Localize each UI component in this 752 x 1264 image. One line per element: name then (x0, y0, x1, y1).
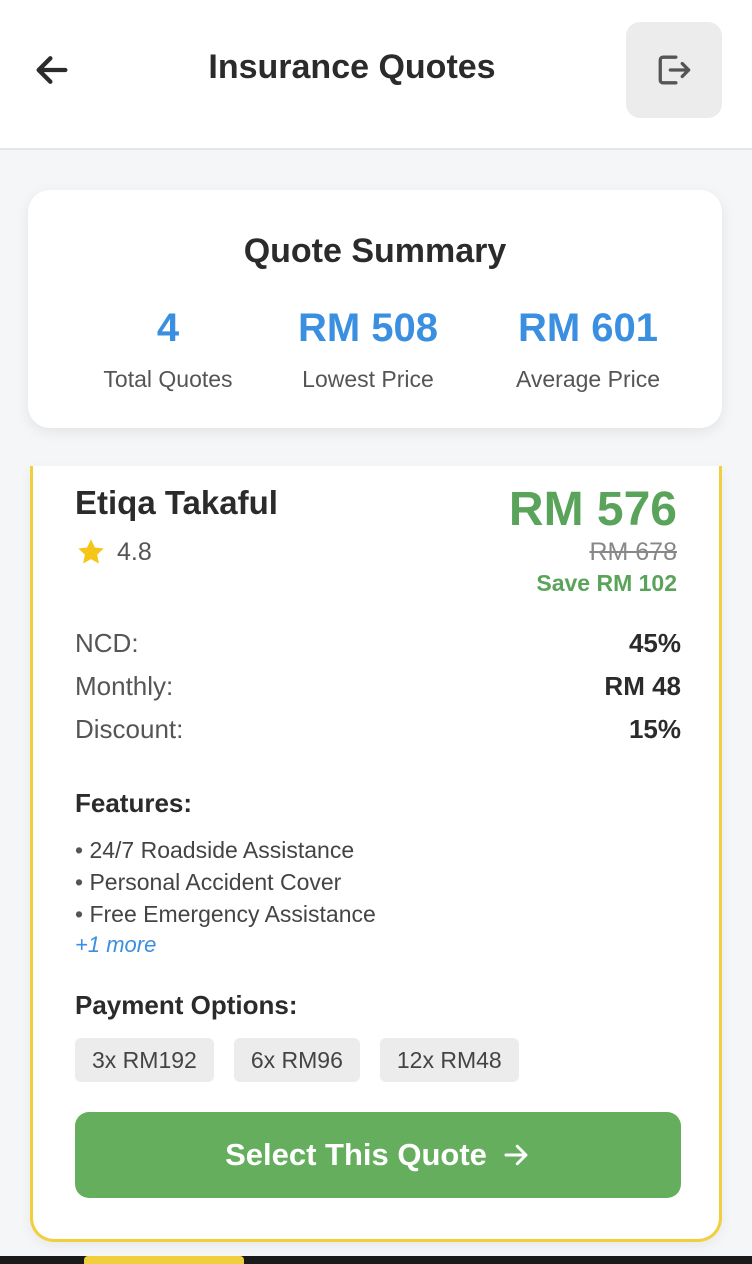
payment-options: 3x RM192 6x RM96 12x RM48 (75, 1038, 519, 1082)
stat-value: RM 601 (517, 306, 659, 350)
feature-item: Free Emergency Assistance (75, 898, 375, 930)
features-list: 24/7 Roadside Assistance Personal Accide… (75, 834, 376, 930)
payment-options-title: Payment Options: (75, 990, 298, 1020)
detail-value: 15% (628, 714, 681, 744)
stat-total-quotes: 4 Total Quotes (88, 306, 248, 393)
detail-row-ncd: NCD: 45% (75, 628, 681, 659)
logout-icon (658, 55, 691, 85)
original-price: RM 678 (589, 538, 677, 566)
detail-label: Discount: (75, 714, 184, 744)
insurer-name: Etiqa Takaful (75, 484, 278, 521)
stat-label: Lowest Price (302, 366, 434, 392)
arrow-right-icon (504, 1144, 528, 1166)
quote-card: Etiqa Takaful 4.8 RM 576 RM 678 Save RM … (30, 466, 722, 1242)
payment-option-chip[interactable]: 3x RM192 (75, 1038, 214, 1082)
select-quote-button[interactable]: Select This Quote (75, 1112, 681, 1198)
savings-text: Save RM 102 (536, 570, 677, 596)
feature-item: Personal Accident Cover (75, 866, 376, 898)
detail-value: RM 48 (604, 671, 681, 701)
quote-price: RM 576 (508, 483, 677, 536)
detail-label: NCD: (75, 628, 139, 658)
features-title: Features: (75, 788, 193, 818)
quote-summary-card: Quote Summary 4 Total Quotes RM 508 Lowe… (28, 190, 722, 428)
star-icon (78, 539, 104, 564)
stat-label: Total Quotes (103, 366, 233, 392)
more-features-link[interactable]: +1 more (75, 932, 156, 958)
detail-row-monthly: Monthly: RM 48 (75, 671, 681, 702)
payment-option-chip[interactable]: 12x RM48 (379, 1038, 519, 1082)
select-quote-label: Select This Quote (225, 1137, 487, 1172)
app-header: Insurance Quotes (0, 0, 752, 150)
rating-value: 4.8 (117, 537, 152, 566)
stat-lowest-price: RM 508 Lowest Price (278, 306, 458, 393)
stat-value: RM 508 (297, 306, 439, 350)
logout-button[interactable] (626, 22, 722, 118)
detail-row-discount: Discount: 15% (75, 714, 681, 745)
summary-title: Quote Summary (243, 232, 507, 270)
next-quote-card-edge (84, 1256, 244, 1264)
rating: 4.8 (75, 536, 152, 568)
detail-value: 45% (628, 628, 681, 658)
stat-average-price: RM 601 Average Price (488, 306, 688, 393)
feature-item: 24/7 Roadside Assistance (75, 834, 376, 866)
detail-label: Monthly: (75, 671, 174, 701)
payment-option-chip[interactable]: 6x RM96 (233, 1038, 360, 1082)
stat-value: 4 (156, 306, 180, 350)
stat-label: Average Price (515, 366, 661, 392)
